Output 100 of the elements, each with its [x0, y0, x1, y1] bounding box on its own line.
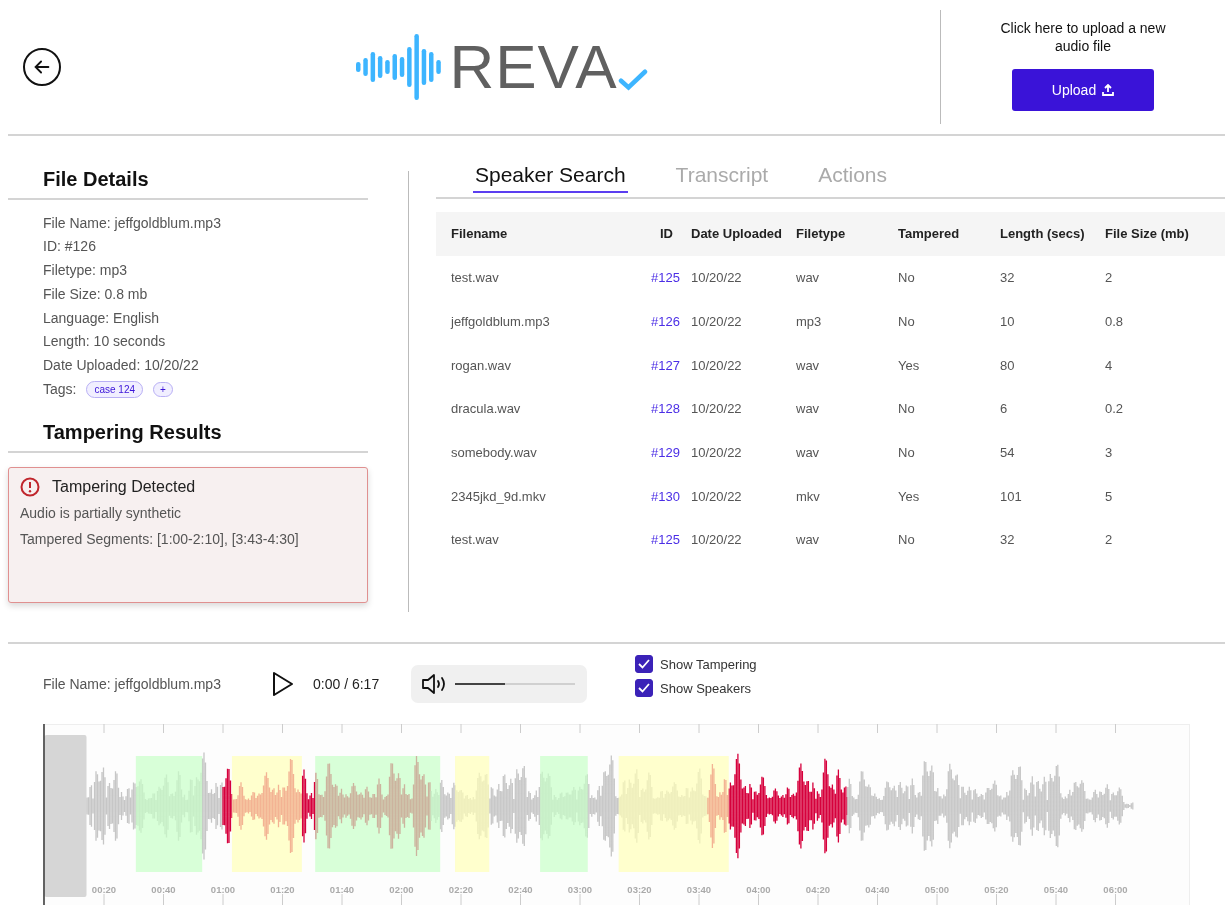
id-link[interactable]: #126 [651, 313, 691, 329]
table-cell-text: wav [796, 357, 821, 373]
table-cell-text: wav [796, 270, 821, 286]
table-cell-text: 10 [1000, 313, 1016, 329]
tab[interactable]: Speaker Search [473, 162, 628, 193]
id-link[interactable]: #130 [651, 488, 691, 504]
table-cell-text: wav [796, 444, 821, 460]
table-cell-text: 80 [1000, 357, 1016, 373]
table-cell-text: mkv [796, 488, 821, 504]
time-label: 01:20 [270, 884, 295, 895]
detail-line: Length: 10 seconds [43, 332, 167, 352]
table-cell-text: 10/20/22 [691, 357, 743, 373]
table-cell-text: 2345jkd_9d.mkv [451, 488, 547, 504]
detail-line: File Name: jeffgoldblum.mp3 [43, 213, 222, 233]
checkmark-icon [638, 683, 650, 693]
column-header: Filename [451, 226, 509, 242]
tag-chip: case 124 [86, 380, 144, 398]
check-icon [617, 67, 648, 92]
detail-line: ID: #126 [43, 237, 97, 257]
table-cell-text: somebody.wav [451, 444, 538, 460]
id-link[interactable]: #127 [651, 357, 691, 373]
upload-prompt: Click here to upload a new audio file [999, 19, 1167, 55]
table-cell-text: 6 [1000, 401, 1009, 417]
alert-text: Tampered Segments: [1:00-2:10], [3:43-4:30] [20, 531, 300, 548]
table-cell-text: 10/20/22 [691, 444, 743, 460]
table-cell-text: No [898, 401, 916, 417]
table-cell-text: 32 [1000, 270, 1016, 286]
table-cell-text: 2 [1105, 270, 1114, 286]
alert-text: Audio is partially synthetic [20, 505, 183, 522]
checkbox[interactable] [635, 655, 653, 673]
section-title: Tampering Results [8, 421, 368, 454]
table-cell-text: 101 [1000, 488, 1023, 504]
table-cell-text: 0.8 [1105, 313, 1125, 329]
time-readout: 0:00 / 6:17 [313, 676, 381, 692]
table-cell-text: wav [796, 532, 821, 548]
table-cell-text: 2 [1105, 532, 1114, 548]
time-label: 02:00 [389, 884, 414, 895]
table-cell-text: 3 [1105, 444, 1114, 460]
back-button[interactable] [23, 47, 61, 86]
add-tag-button[interactable]: + [153, 381, 173, 397]
column-header: ID [659, 226, 674, 242]
playhead-selection[interactable] [44, 735, 87, 897]
id-link[interactable]: #125 [651, 270, 691, 286]
column-header: Tampered [898, 226, 961, 242]
time-label: 06:00 [1103, 884, 1128, 895]
player-file-name: File Name: jeffgoldblum.mp3 [43, 676, 222, 692]
detail-line: File Size: 0.8 mb [43, 284, 149, 304]
id-link[interactable]: #129 [651, 444, 691, 460]
table-cell-text: 54 [1000, 444, 1016, 460]
alert-icon [20, 477, 40, 498]
table-cell-text: No [898, 313, 916, 329]
time-label: 00:40 [151, 884, 176, 895]
column-header: File Size (mb) [1105, 226, 1190, 242]
table-cell-text: 4 [1105, 357, 1114, 373]
table-cell-text: mp3 [796, 313, 823, 329]
time-label: 04:20 [805, 884, 831, 895]
table-cell-text: No [898, 270, 916, 286]
id-link[interactable]: #125 [651, 532, 691, 548]
time-label: 05:20 [984, 884, 1009, 895]
checkmark-icon [638, 659, 650, 669]
table-cell-text: test.wav [451, 270, 500, 286]
time-label: 02:40 [508, 884, 533, 895]
table-cell-text: dracula.wav [451, 401, 522, 417]
time-label: 03:00 [567, 884, 593, 895]
table-cell-text: jeffgoldblum.mp3 [451, 313, 551, 329]
alert-title: Tampering Detected [52, 478, 196, 497]
column-header: Length (secs) [1000, 226, 1086, 242]
upload-icon [1102, 84, 1115, 96]
play-button[interactable] [271, 671, 295, 697]
column-header: Filetype [796, 226, 847, 242]
table-cell-text: 0.2 [1105, 401, 1125, 417]
checkbox[interactable] [635, 679, 653, 697]
time-label: 04:00 [746, 884, 771, 895]
section-title: File Details [8, 167, 368, 200]
time-label: 01:40 [329, 884, 355, 895]
time-label: 02:20 [448, 884, 474, 895]
upload-button[interactable]: Upload [1012, 69, 1154, 111]
detail-line: Date Uploaded: 10/20/22 [43, 355, 200, 375]
tags-label: Tags: [43, 381, 77, 398]
table-cell-text: 10/20/22 [691, 401, 743, 417]
time-label: 04:40 [865, 884, 890, 895]
id-link[interactable]: #128 [651, 401, 691, 417]
table-cell-text: No [898, 444, 916, 460]
detail-line: Filetype: mp3 [43, 261, 129, 281]
column-header: Date Uploaded [691, 226, 783, 242]
table-cell-text: 10/20/22 [691, 270, 743, 286]
table-cell-text: 5 [1105, 488, 1114, 504]
checkbox-label: Show Tampering [660, 656, 757, 672]
time-label: 03:40 [686, 884, 712, 895]
table-cell-text: 10/20/22 [691, 532, 743, 548]
logo-text: REVA [449, 35, 618, 98]
detail-line: Language: English [43, 308, 160, 328]
time-label: 01:00 [210, 884, 236, 895]
table-cell-text: No [898, 532, 916, 548]
time-label: 05:00 [924, 884, 950, 895]
table-cell-text: 10/20/22 [691, 488, 743, 504]
table-cell-text: rogan.wav [451, 357, 512, 373]
table-cell-text: 10/20/22 [691, 313, 743, 329]
table-cell-text: 32 [1000, 532, 1016, 548]
time-label: 03:20 [627, 884, 652, 895]
